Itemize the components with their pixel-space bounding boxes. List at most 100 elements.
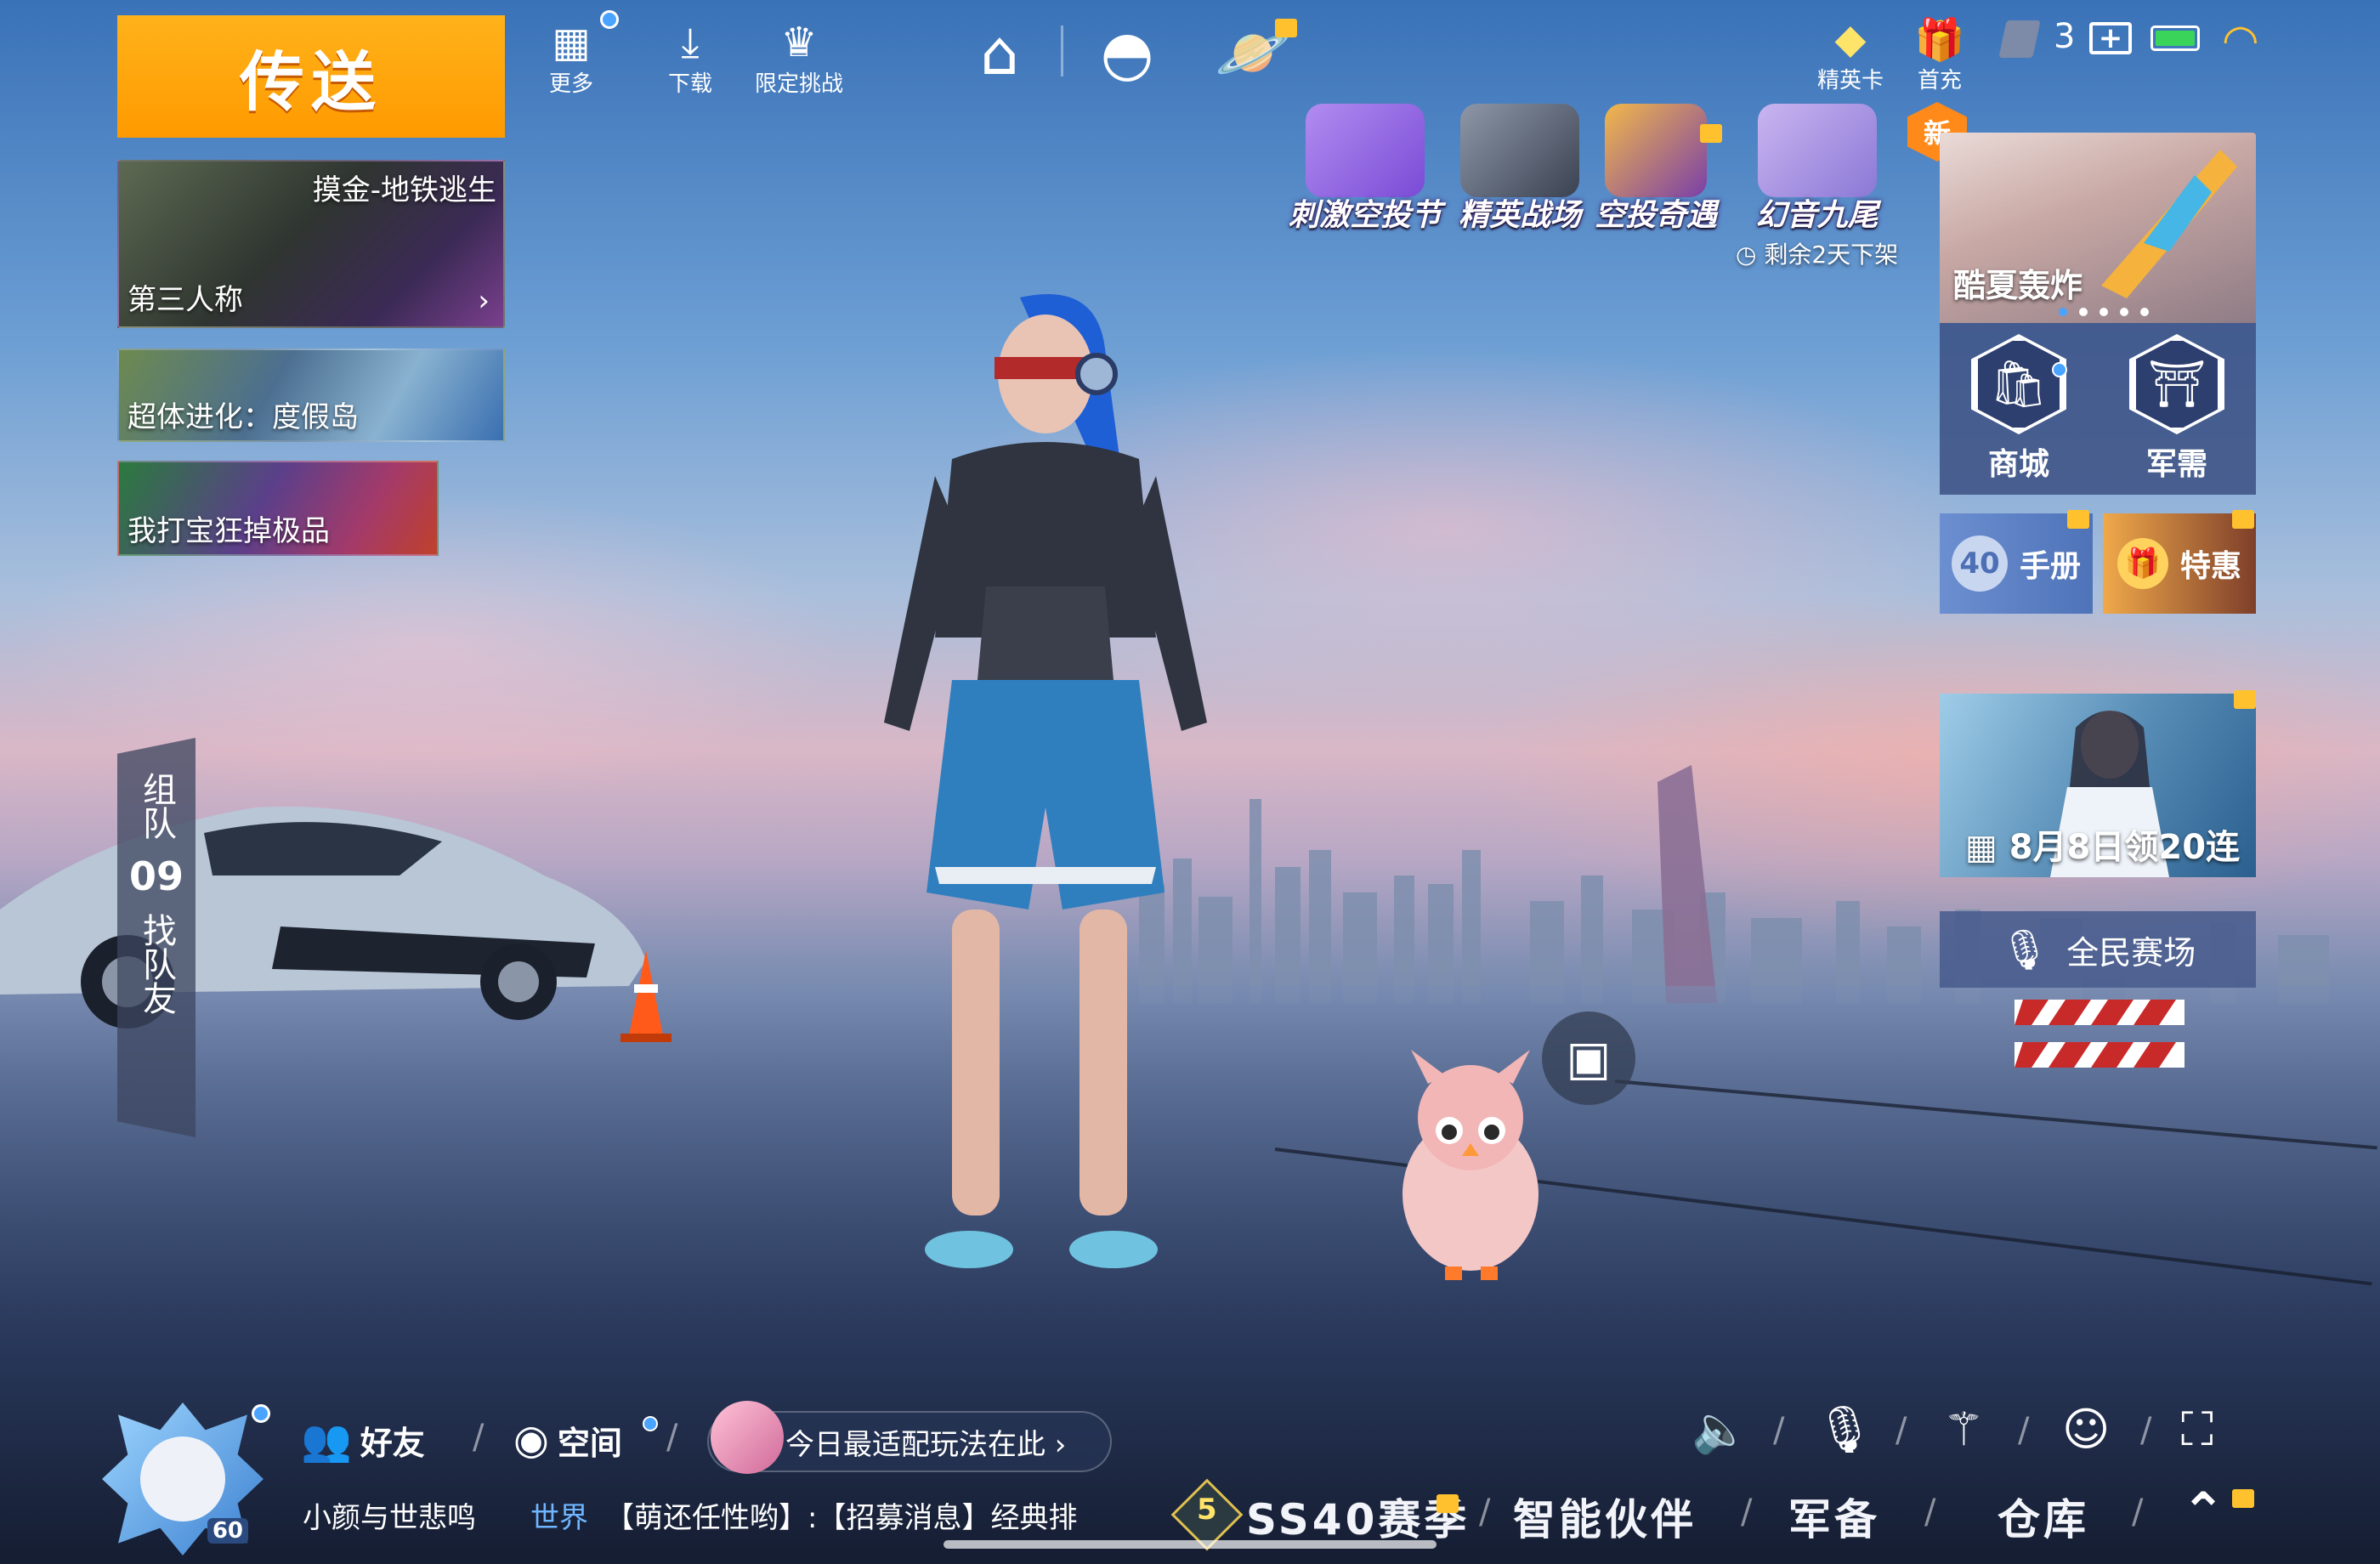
chevron-right-icon: ›	[478, 284, 490, 318]
player-character[interactable]	[850, 280, 1241, 1284]
team-panel[interactable]: 组队 09 找队友	[117, 738, 196, 1137]
player-name[interactable]: 小颜与世悲鸣	[303, 1494, 476, 1536]
airdrop-crate-icon	[1306, 104, 1425, 197]
shop-label: 商城	[1987, 447, 2049, 482]
fox-character-icon	[1757, 104, 1877, 197]
perspective-label: 第三人称	[128, 283, 243, 317]
camera-icon[interactable]: ▣	[1542, 1012, 1635, 1105]
event-label: 刺激空投节	[1289, 198, 1442, 233]
elite-card-button[interactable]: ◆ 精英卡	[1817, 15, 1884, 94]
find-teammates-label[interactable]: 找队友	[135, 913, 178, 1015]
smart-partner-button[interactable]: 智能伙伴	[1513, 1486, 1697, 1547]
mic-icon[interactable]: 🎙	[1816, 1402, 1874, 1457]
divider: /	[666, 1418, 678, 1457]
chat-message[interactable]: 【萌还任性哟】:【招募消息】经典排	[605, 1494, 1115, 1536]
recommend-text: 今日最适配玩法在此 ›	[785, 1427, 1067, 1462]
divider: /	[1896, 1411, 1907, 1450]
event-airdrop-encounter[interactable]: 空投奇遇	[1595, 104, 1717, 235]
notification-dot	[252, 1404, 270, 1423]
download-label: 下载	[667, 71, 712, 97]
shop-button[interactable]: 🛍 商城	[1940, 323, 2098, 495]
event-label: 精英战场	[1459, 198, 1582, 233]
special-offer-label: 特惠	[2179, 549, 2241, 584]
divider: /	[1479, 1493, 1491, 1532]
sports-car[interactable]	[0, 782, 663, 1037]
gift-badge-icon	[1700, 124, 1722, 143]
elite-card-label: 精英卡	[1817, 68, 1884, 94]
gift-icon: 🎁	[2116, 538, 2168, 589]
divider: /	[1924, 1493, 1936, 1532]
gear-button[interactable]: 军备	[1788, 1486, 1880, 1547]
speaker-icon[interactable]: 🔈	[1692, 1402, 1748, 1457]
mode-card-island[interactable]: 超体进化：度假岛	[117, 348, 505, 442]
divider: /	[1773, 1411, 1785, 1450]
traffic-cone	[620, 950, 672, 1042]
event-label: 幻音九尾	[1755, 198, 1878, 233]
first-recharge-button[interactable]: 🎁 首充	[1912, 15, 1967, 94]
divider: /	[2140, 1411, 2152, 1450]
event-label: 空投奇遇	[1595, 198, 1718, 233]
space-button[interactable]: ◉ 空间	[513, 1416, 622, 1464]
supply-button[interactable]: ⛩ 军需	[2098, 323, 2256, 495]
shopping-bag-icon: 🛍	[1975, 337, 2063, 431]
avatar-portrait	[140, 1436, 225, 1522]
avatar[interactable]: 60	[102, 1402, 264, 1556]
mode-card-loot[interactable]: 我打宝狂掉极品	[117, 461, 439, 556]
promo-label: 酷夏轰炸	[1953, 267, 2083, 304]
fullscreen-icon[interactable]: ⛶	[2181, 1402, 2213, 1457]
friends-button[interactable]: 👥 好友	[301, 1416, 425, 1465]
supply-crate-icon: ⛩	[2133, 337, 2221, 431]
divider	[1061, 26, 1063, 76]
gift-banner[interactable]: ▦ 8月8日领20连	[1940, 694, 2256, 877]
friends-label: 好友	[360, 1425, 425, 1462]
handbook-label: 手册	[2019, 549, 2081, 584]
more-label: 更多	[548, 71, 593, 97]
diamond-icon: ◆	[1834, 15, 1867, 63]
space-icon: ◉	[513, 1416, 549, 1464]
gift-banner-text: ▦ 8月8日领20连	[1965, 828, 2241, 867]
download-button[interactable]: ⤓ 下载	[663, 19, 717, 98]
helmet-icon[interactable]: ◓	[1085, 10, 1170, 95]
divider: /	[1741, 1493, 1753, 1532]
event-elite-battlefield[interactable]: 精英战场	[1459, 104, 1581, 235]
gift-badge-icon	[1436, 1494, 1459, 1513]
gift-badge-icon	[1275, 19, 1297, 37]
first-recharge-label: 首充	[1917, 68, 1962, 94]
summer-promo-banner[interactable]: 酷夏轰炸	[1940, 133, 2256, 323]
chat-channel[interactable]: 世界	[530, 1494, 588, 1536]
road-barrier	[2014, 1000, 2184, 1068]
event-nine-tails[interactable]: 幻音九尾 ◷ 剩余2天下架	[1736, 104, 1898, 270]
add-icon[interactable]: +	[2089, 21, 2132, 55]
warehouse-button[interactable]: 仓库	[1998, 1486, 2089, 1547]
trophy-icon	[1605, 104, 1707, 197]
gift-badge-icon	[2067, 510, 2089, 529]
home-icon[interactable]: ⌂	[957, 10, 1042, 95]
gift-badge-icon	[2234, 690, 2256, 709]
space-label: 空间	[557, 1424, 622, 1462]
up-arrow-icon[interactable]: ⌃	[2181, 1481, 2225, 1543]
wings-icon: ♛	[780, 19, 818, 66]
pet-bird[interactable]	[1386, 1050, 1556, 1288]
microphone-icon: 🎙	[1999, 926, 2050, 972]
magic-wand-icon[interactable]: ⚚	[1943, 1402, 1984, 1456]
arena-button[interactable]: 🎙 全民赛场	[1940, 911, 2256, 988]
mode-card-metro[interactable]: 摸金-地铁逃生 第三人称 ›	[117, 160, 505, 328]
arena-label: 全民赛场	[2066, 933, 2196, 972]
battery-icon	[2150, 26, 2200, 51]
more-button[interactable]: ▦ 更多	[544, 19, 598, 98]
limited-challenge-button[interactable]: ♛ 限定挑战	[755, 19, 843, 98]
event-airdrop-festival[interactable]: 刺激空投节	[1289, 104, 1442, 235]
wifi-icon: ◠	[2222, 15, 2259, 65]
notification-count: 3	[2054, 17, 2076, 56]
home-indicator[interactable]	[944, 1540, 1436, 1549]
mode-title: 摸金-地铁逃生	[312, 173, 496, 207]
recommend-character-icon	[711, 1401, 784, 1474]
card-icon	[1998, 20, 2041, 58]
notification-dot	[643, 1416, 658, 1431]
teleport-button[interactable]: 传送	[117, 15, 505, 138]
friends-icon: 👥	[301, 1417, 352, 1465]
notification-dot	[2052, 362, 2067, 377]
divider: /	[2132, 1493, 2144, 1532]
emoji-icon[interactable]: ☺	[2062, 1402, 2110, 1456]
season-rank: 5	[1197, 1493, 1217, 1527]
